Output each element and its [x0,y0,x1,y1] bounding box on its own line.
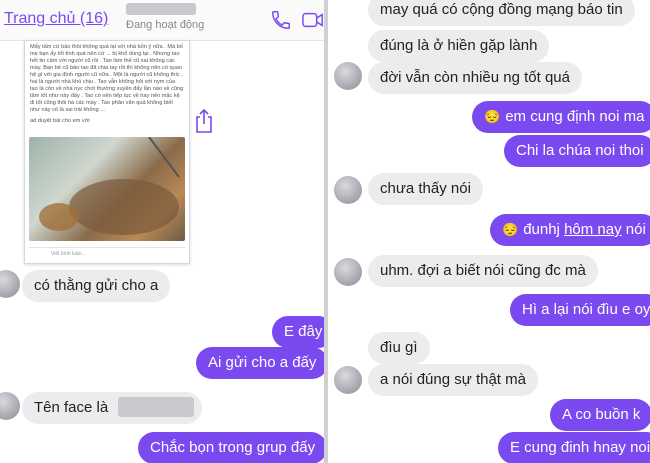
message-text: Tên face là [34,399,109,416]
video-icon[interactable] [302,10,324,30]
message-bubble: 😔 đunhj hôm nay nói [490,214,650,246]
message-bubble: Hì a lại nói đìu e oy [510,294,650,326]
message-bubble: chưa thấy nói [368,173,483,205]
contact-avatar [334,176,362,204]
message-bubble: Ai gửi cho a đấy [196,347,324,379]
contact-avatar [334,258,362,286]
message-bubble: may quá có cộng đồng mạng báo tin [368,0,635,26]
message-bubble: 😔 em cung định noi ma [472,101,650,133]
contact-avatar [334,366,362,394]
message-bubble: đìu gì [368,332,430,364]
message-bubble: có thằng gửi cho a [22,270,171,302]
message-text: đunhj [523,221,565,238]
sad-face-icon: 😔 [484,109,501,124]
message-bubble: Chi la chúa noi thoi [504,135,650,167]
message-bubble: E cung đinh hnay noi [498,432,650,463]
message-bubble: Chắc bọn trong grup đấy [138,432,324,463]
message-bubble: A co buồn k [550,399,650,431]
contact-avatar [0,392,20,420]
chat-header: Trang chủ (16) Đang hoạt động [0,0,324,41]
date-link[interactable]: hôm nay [564,221,622,238]
message-bubble: E đây [272,316,324,348]
sad-face-icon: 😔 [502,222,519,237]
contact-avatar [334,62,362,90]
message-bubble: uhm. đợi a biết nói cũng đc mà [368,255,598,287]
comment-input[interactable]: Viết bình luận... [51,251,86,257]
comment-bar: Viết bình luận... [29,247,185,262]
post-text: Mấy tấm cứ bảo thôi không quá lại với nh… [30,44,184,113]
message-bubble: đúng là ở hiền gặp lành [368,30,550,62]
post-photo [29,136,185,241]
photo-content-icon [39,136,180,235]
blurred-name [118,397,195,417]
approval-note: ad duyệt bài cho em với [30,118,90,124]
message-text: nói [621,221,646,238]
message-text: em cung định noi ma [505,108,645,125]
right-chat-panel: may quá có cộng đồng mạng báo tin đúng l… [328,0,650,463]
message-bubble: đời vẫn còn nhiều ng tốt quá [368,62,582,94]
message-bubble: Tên face là [22,392,203,424]
left-chat-panel: Trang chủ (16) Đang hoạt động Mấy tấm cứ… [0,0,324,463]
phone-icon[interactable] [270,9,292,31]
back-to-home-link[interactable]: Trang chủ (16) [4,10,108,28]
share-icon[interactable] [193,108,215,134]
active-status: Đang hoạt động [126,19,205,31]
message-bubble: a nói đúng sự thật mà [368,364,538,396]
blurred-contact-name [126,3,196,15]
contact-avatar [0,270,20,298]
shared-post-screenshot[interactable]: Mấy tấm cứ bảo thôi không quá lại với nh… [24,40,190,264]
